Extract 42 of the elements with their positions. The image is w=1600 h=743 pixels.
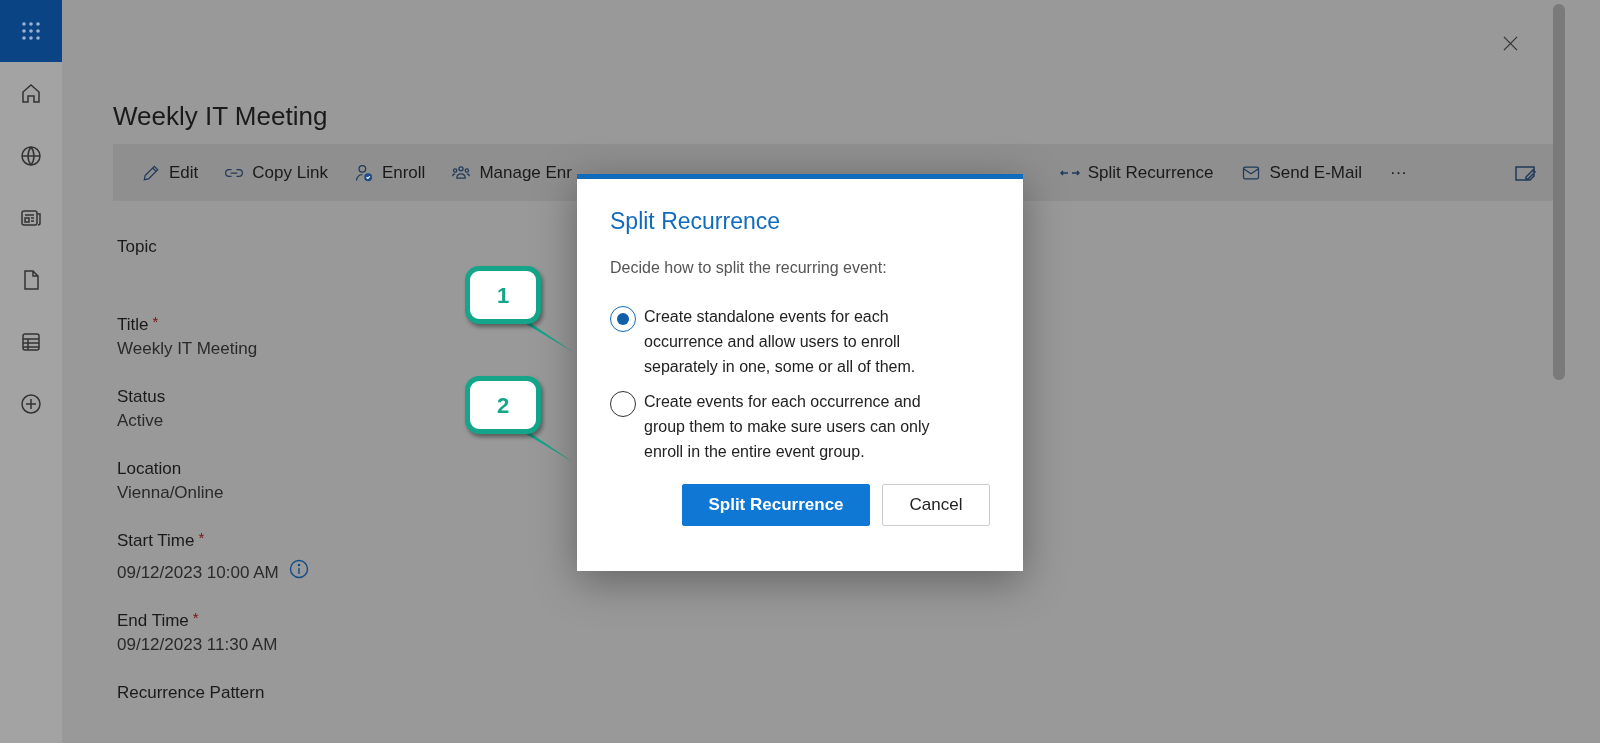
- field-label: Start Time: [117, 530, 195, 552]
- toolbar-button[interactable]: Copy Link: [216, 159, 336, 186]
- scrollbar[interactable]: [1553, 4, 1565, 380]
- callout-bubble: 2: [465, 376, 541, 434]
- toolbar-button[interactable]: Edit: [133, 159, 207, 186]
- globe-icon[interactable]: [19, 144, 43, 168]
- page-title: Weekly IT Meeting: [113, 100, 329, 133]
- toolbar-button[interactable]: Split Recurrence: [1051, 159, 1222, 186]
- required-asterisk: *: [152, 313, 159, 331]
- field-label: Recurrence Pattern: [117, 682, 265, 704]
- confirm-button[interactable]: Split Recurrence: [682, 484, 870, 526]
- table-icon[interactable]: [19, 330, 43, 354]
- field-value: 09/12/2023 11:30 AM: [117, 634, 278, 656]
- field-value: 09/12/2023 10:00 AM: [117, 562, 279, 584]
- dialog-prompt: Decide how to split the recurring event:: [610, 258, 888, 278]
- toolbar-button[interactable]: ···: [1382, 159, 1415, 186]
- toolbar-button[interactable]: Send E-Mail: [1233, 159, 1370, 186]
- required-asterisk: *: [198, 529, 205, 547]
- add-icon[interactable]: [19, 392, 43, 416]
- field-label: Title: [117, 314, 149, 336]
- toolbar-button[interactable]: Manage Enr: [443, 159, 580, 186]
- app-launcher-button[interactable]: [0, 0, 62, 62]
- field-label: Topic: [117, 236, 157, 258]
- toolbar-button[interactable]: Enroll: [345, 159, 434, 186]
- double-arrow-icon: [1059, 169, 1080, 176]
- info-icon[interactable]: [288, 559, 309, 579]
- field-label: Status: [117, 386, 166, 408]
- required-asterisk: *: [192, 609, 199, 627]
- field-value: Active: [117, 410, 164, 432]
- dialog-title: Split Recurrence: [610, 207, 782, 236]
- home-icon[interactable]: [19, 82, 43, 106]
- grid-icon: [21, 21, 41, 41]
- field-label: Location: [117, 458, 182, 480]
- close-icon[interactable]: [1503, 36, 1518, 51]
- person-check-icon: [353, 162, 374, 183]
- cancel-button[interactable]: Cancel: [882, 484, 990, 526]
- option-text: Create events for each occurrence and group them to make sure users can only enroll in the entire event group.: [644, 392, 931, 462]
- option-text: Create standalone events for each occurrence and allow users to enroll separately in one, some or all of them.: [644, 307, 917, 377]
- field-value: Weekly IT Meeting: [117, 338, 258, 360]
- field-label: End Time: [117, 610, 189, 632]
- callout-bubble: 1: [465, 266, 541, 324]
- field-value: Vienna/Online: [117, 482, 224, 504]
